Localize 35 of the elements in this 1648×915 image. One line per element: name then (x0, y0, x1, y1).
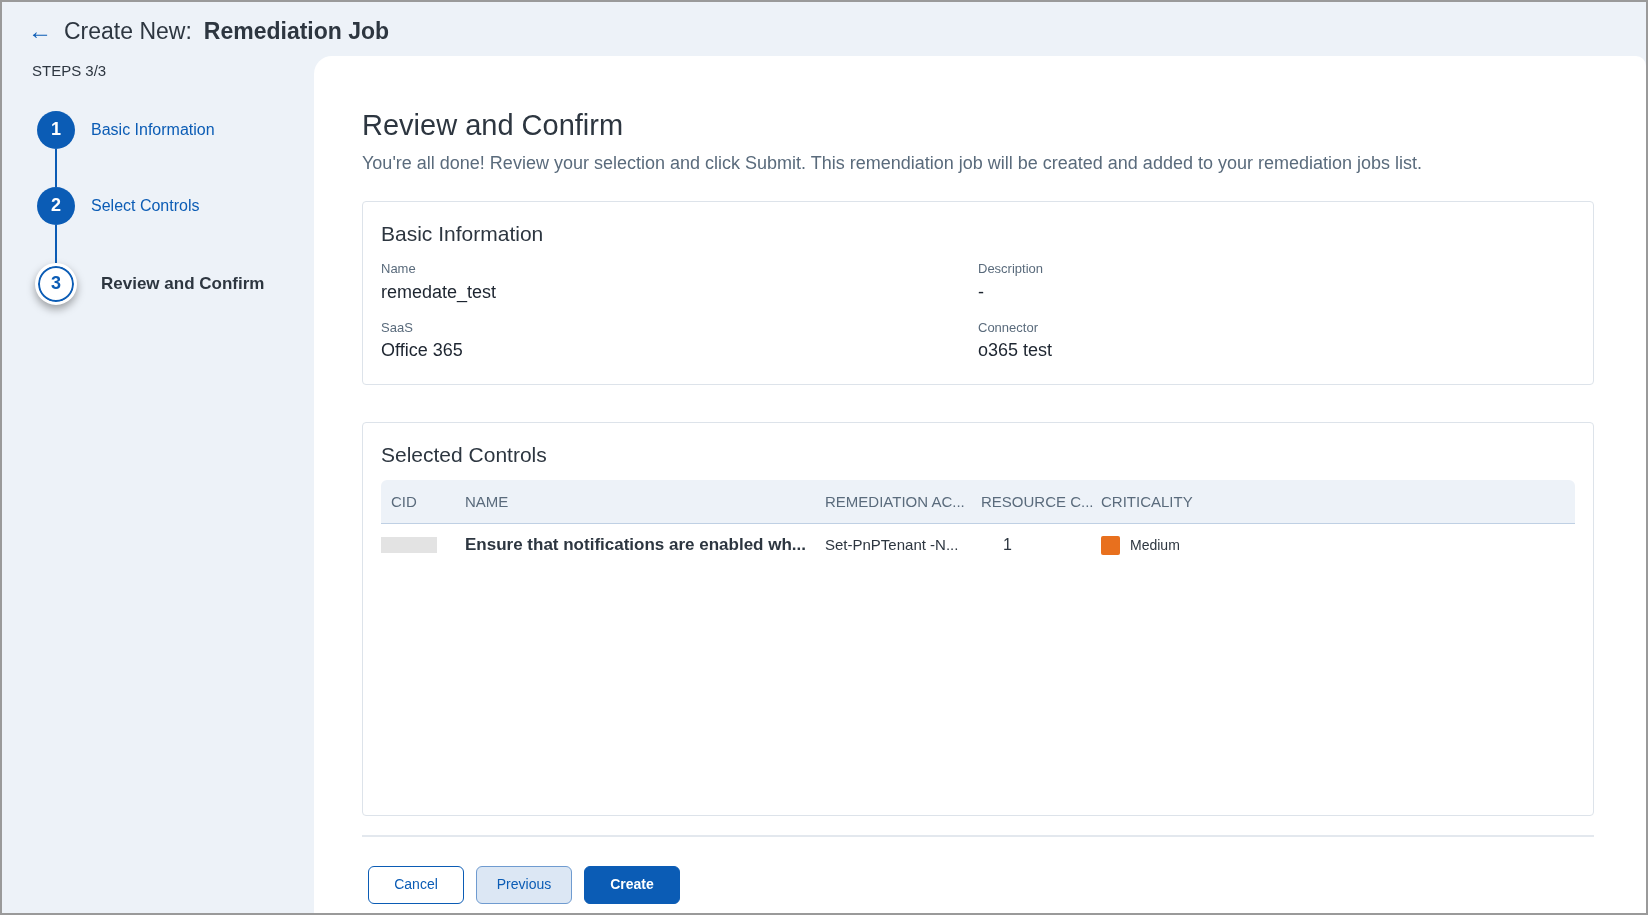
field-label: Name (381, 260, 417, 278)
control-name: Ensure that notifications are enabled wh... (465, 535, 806, 555)
remediation-action: Set-PnPTenant -N... (825, 536, 959, 553)
field-label: Description (978, 260, 1045, 278)
column-header: CID (391, 492, 417, 510)
resource-count: 1 (1003, 536, 1012, 553)
step-label[interactable]: Select Controls (91, 193, 200, 218)
back-arrow-icon[interactable]: ← (28, 13, 52, 49)
action-button[interactable]: Create (584, 865, 680, 904)
criticality-label: Medium (1130, 535, 1180, 555)
field-value: remedate_test (381, 280, 498, 305)
step-label[interactable]: Basic Information (91, 117, 215, 142)
column-header: REMEDIATION AC... (825, 492, 965, 510)
column-header: CRITICALITY (1101, 492, 1193, 510)
step-number: 1 (37, 110, 75, 149)
page-title: Review and Confirm (362, 108, 625, 143)
field-value: o365 test (978, 339, 1054, 362)
action-button[interactable]: Previous (476, 865, 572, 904)
card-title: Basic Information (381, 220, 545, 247)
redacted-block (381, 537, 437, 553)
field-value: - (978, 280, 985, 304)
page-header-title: Remediation Job (203, 16, 390, 46)
steps-counter: STEPS 3/3 (32, 61, 108, 81)
card-title: Selected Controls (381, 441, 548, 468)
step-label[interactable]: Review and Confirm (101, 270, 265, 297)
action-button[interactable]: Cancel (368, 865, 464, 904)
field-value: Office 365 (381, 339, 464, 362)
page-header-prefix: Create New: (64, 16, 192, 46)
step-number: 3 (35, 262, 77, 305)
column-header: RESOURCE C... (981, 492, 1094, 510)
column-header: NAME (465, 492, 509, 510)
field-label: SaaS (381, 318, 414, 337)
page-subtitle: You're all done! Review your selection and click Submit. This remendiation job will be created and added to your remediation jobs list. (362, 151, 1424, 175)
field-label: Connector (978, 318, 1039, 337)
step-number: 2 (37, 186, 75, 225)
